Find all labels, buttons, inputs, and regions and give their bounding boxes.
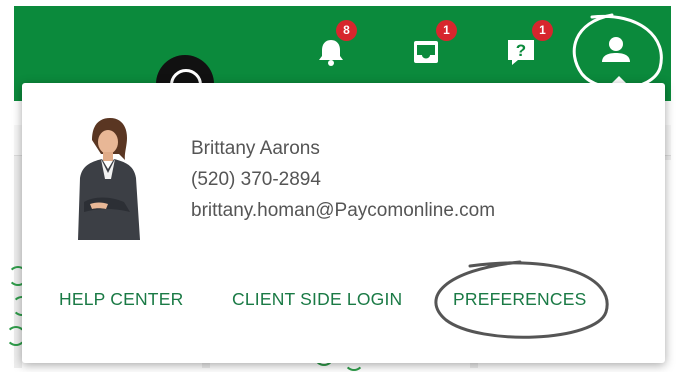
user-name: Brittany Aarons (191, 138, 320, 159)
inbox-button[interactable]: 1 (398, 20, 457, 78)
notification-badge: 8 (336, 20, 357, 41)
avatar (78, 118, 140, 240)
contact-details: Brittany Aarons (520) 370-2894 brittany.… (191, 133, 495, 226)
user-icon (602, 37, 630, 62)
user-menu-button[interactable] (588, 22, 644, 78)
preferences-link[interactable]: PREFERENCES (453, 289, 586, 310)
help-button[interactable]: ? 1 (493, 20, 553, 78)
profile-popover: Brittany Aarons (520) 370-2894 brittany.… (22, 83, 665, 363)
help-badge: 1 (532, 20, 553, 41)
svg-text:?: ? (516, 41, 526, 60)
client-side-login-link[interactable]: CLIENT SIDE LOGIN (232, 289, 402, 310)
notifications-button[interactable]: 8 (303, 20, 359, 78)
help-center-link[interactable]: HELP CENTER (59, 289, 183, 310)
user-phone: (520) 370-2894 (191, 169, 321, 190)
inbox-badge: 1 (436, 20, 457, 41)
user-email: brittany.homan@Paycomonline.com (191, 200, 496, 221)
